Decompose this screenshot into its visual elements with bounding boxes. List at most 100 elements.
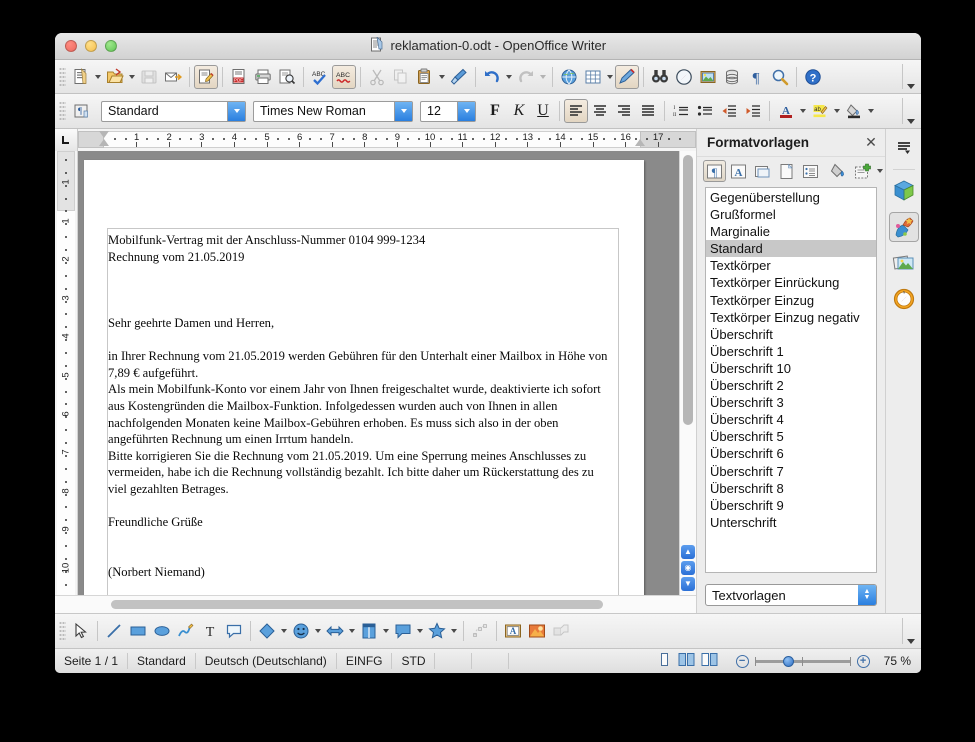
select-tool-button[interactable] — [69, 619, 93, 643]
style-list-item[interactable]: Überschrift 1 — [706, 343, 876, 360]
paragraph-style-list[interactable]: Gegenüberstellung Grußformel Marginalie Sta… — [705, 187, 877, 573]
callout-shapes-button[interactable] — [391, 619, 415, 643]
clone-formatting-button[interactable] — [447, 65, 471, 89]
language-status[interactable]: Deutsch (Deutschland) — [196, 653, 337, 669]
sidebar-navigator-button[interactable]: N — [889, 284, 919, 314]
standard-toolbar-overflow-button[interactable] — [905, 77, 917, 91]
text-box-tool-button[interactable]: T — [198, 619, 222, 643]
undo-button[interactable] — [480, 65, 504, 89]
data-sources-button[interactable] — [720, 65, 744, 89]
new-style-button[interactable] — [851, 160, 874, 182]
sidebar-properties-button[interactable] — [889, 176, 919, 206]
align-justified-button[interactable] — [636, 99, 660, 123]
style-list-item[interactable]: Standard — [706, 240, 876, 258]
sidebar-gallery-button[interactable] — [889, 248, 919, 278]
help-button[interactable]: ? — [801, 65, 825, 89]
redo-button[interactable] — [514, 65, 538, 89]
document-text[interactable]: Mobilfunk-Vertrag mit der Anschluss-Numm… — [108, 232, 616, 580]
zoom-button[interactable] — [768, 65, 792, 89]
background-color-dropdown[interactable] — [866, 99, 876, 123]
font-color-button[interactable]: A — [774, 99, 798, 123]
basic-shapes-button[interactable] — [255, 619, 279, 643]
block-arrows-button[interactable] — [323, 619, 347, 643]
style-list-item[interactable]: Gegenüberstellung — [706, 189, 876, 206]
style-list-item[interactable]: Grußformel — [706, 206, 876, 223]
stars-button[interactable] — [425, 619, 449, 643]
zoom-track[interactable] — [754, 655, 851, 667]
underline-button[interactable]: U — [531, 99, 555, 123]
decrease-indent-button[interactable] — [717, 99, 741, 123]
style-list-item[interactable]: Marginalie — [706, 223, 876, 240]
paste-dropdown[interactable] — [437, 65, 447, 89]
toolbar-grip[interactable] — [59, 621, 66, 641]
undo-dropdown[interactable] — [504, 65, 514, 89]
style-list-item[interactable]: Textkörper Einzug — [706, 292, 876, 309]
insert-table-dropdown[interactable] — [605, 65, 615, 89]
zoom-slider[interactable]: − + — [728, 654, 878, 668]
close-window-button[interactable] — [65, 40, 77, 52]
vertical-ruler[interactable]: 11234567891011 — [55, 151, 78, 595]
edit-file-button[interactable] — [194, 64, 218, 89]
style-list-item[interactable]: Überschrift 9 — [706, 497, 876, 514]
bold-button[interactable]: F — [483, 99, 507, 123]
formatting-marks-button[interactable]: ¶ — [744, 65, 768, 89]
align-right-button[interactable] — [612, 99, 636, 123]
align-center-button[interactable] — [588, 99, 612, 123]
font-size-dropdown-button[interactable] — [457, 101, 475, 121]
ellipse-tool-button[interactable] — [150, 619, 174, 643]
insert-table-button[interactable] — [581, 65, 605, 89]
callout-shapes-dropdown[interactable] — [415, 619, 425, 643]
navigator-button[interactable] — [672, 65, 696, 89]
page-count-status[interactable]: Seite 1 / 1 — [55, 653, 129, 669]
ordered-list-button[interactable]: I II — [669, 99, 693, 123]
copy-button[interactable] — [389, 65, 413, 89]
style-list-item[interactable]: Unterschrift — [706, 514, 876, 531]
single-page-view-button[interactable] — [657, 652, 672, 670]
paragraph-style-combobox[interactable]: Standard — [101, 100, 246, 122]
tab-stop-left-icon[interactable] — [55, 129, 78, 151]
new-document-button[interactable] — [69, 65, 93, 89]
export-pdf-button[interactable]: PDF — [227, 65, 251, 89]
multi-page-view-button[interactable] — [678, 652, 695, 670]
print-preview-button[interactable] — [275, 65, 299, 89]
font-size-combobox[interactable]: 12 — [420, 100, 476, 122]
navigation-target-button[interactable]: ◉ — [681, 561, 695, 575]
toolbar-grip[interactable] — [59, 66, 66, 87]
insert-mode-status[interactable]: EINFG — [337, 653, 393, 669]
cut-button[interactable] — [365, 65, 389, 89]
save-button[interactable] — [137, 65, 161, 89]
style-list-item[interactable]: Überschrift 7 — [706, 463, 876, 480]
document-canvas[interactable]: Mobilfunk-Vertrag mit der Anschluss-Numm… — [78, 151, 679, 595]
minimize-window-button[interactable] — [85, 40, 97, 52]
block-arrows-dropdown[interactable] — [347, 619, 357, 643]
align-left-button[interactable] — [564, 99, 588, 123]
page-styles-button[interactable] — [775, 160, 798, 182]
line-tool-button[interactable] — [102, 619, 126, 643]
extrusion-button[interactable] — [549, 619, 573, 643]
increase-indent-button[interactable] — [741, 99, 765, 123]
document-horizontal-scrollbar[interactable] — [78, 596, 696, 613]
background-color-button[interactable] — [842, 99, 866, 123]
apply-style-button[interactable]: ¶ — [69, 99, 93, 123]
modified-status[interactable] — [435, 653, 473, 669]
autospellcheck-button[interactable]: ABC — [332, 64, 356, 89]
zoom-knob[interactable] — [782, 655, 794, 667]
italic-button[interactable]: K — [507, 99, 531, 123]
stars-dropdown[interactable] — [449, 619, 459, 643]
style-filter-dropdown-button[interactable]: ▲ ▼ — [858, 585, 876, 605]
list-styles-button[interactable] — [799, 160, 822, 182]
font-name-dropdown-button[interactable] — [394, 101, 412, 121]
show-draw-functions-button[interactable] — [615, 64, 639, 89]
insert-hyperlink-button[interactable] — [557, 65, 581, 89]
document-vertical-scrollbar[interactable]: ▲ ◉ ▼ — [679, 151, 696, 595]
page-style-status[interactable]: Standard — [128, 653, 196, 669]
left-indent-marker[interactable] — [99, 139, 109, 146]
unordered-list-button[interactable] — [693, 99, 717, 123]
digital-signature-status[interactable] — [472, 653, 510, 669]
flowchart-dropdown[interactable] — [381, 619, 391, 643]
open-document-dropdown[interactable] — [127, 65, 137, 89]
new-document-dropdown[interactable] — [93, 65, 103, 89]
document-page[interactable]: Mobilfunk-Vertrag mit der Anschluss-Numm… — [84, 160, 644, 595]
insert-image-button[interactable] — [696, 65, 720, 89]
vertical-scrollbar-thumb[interactable] — [683, 155, 693, 425]
